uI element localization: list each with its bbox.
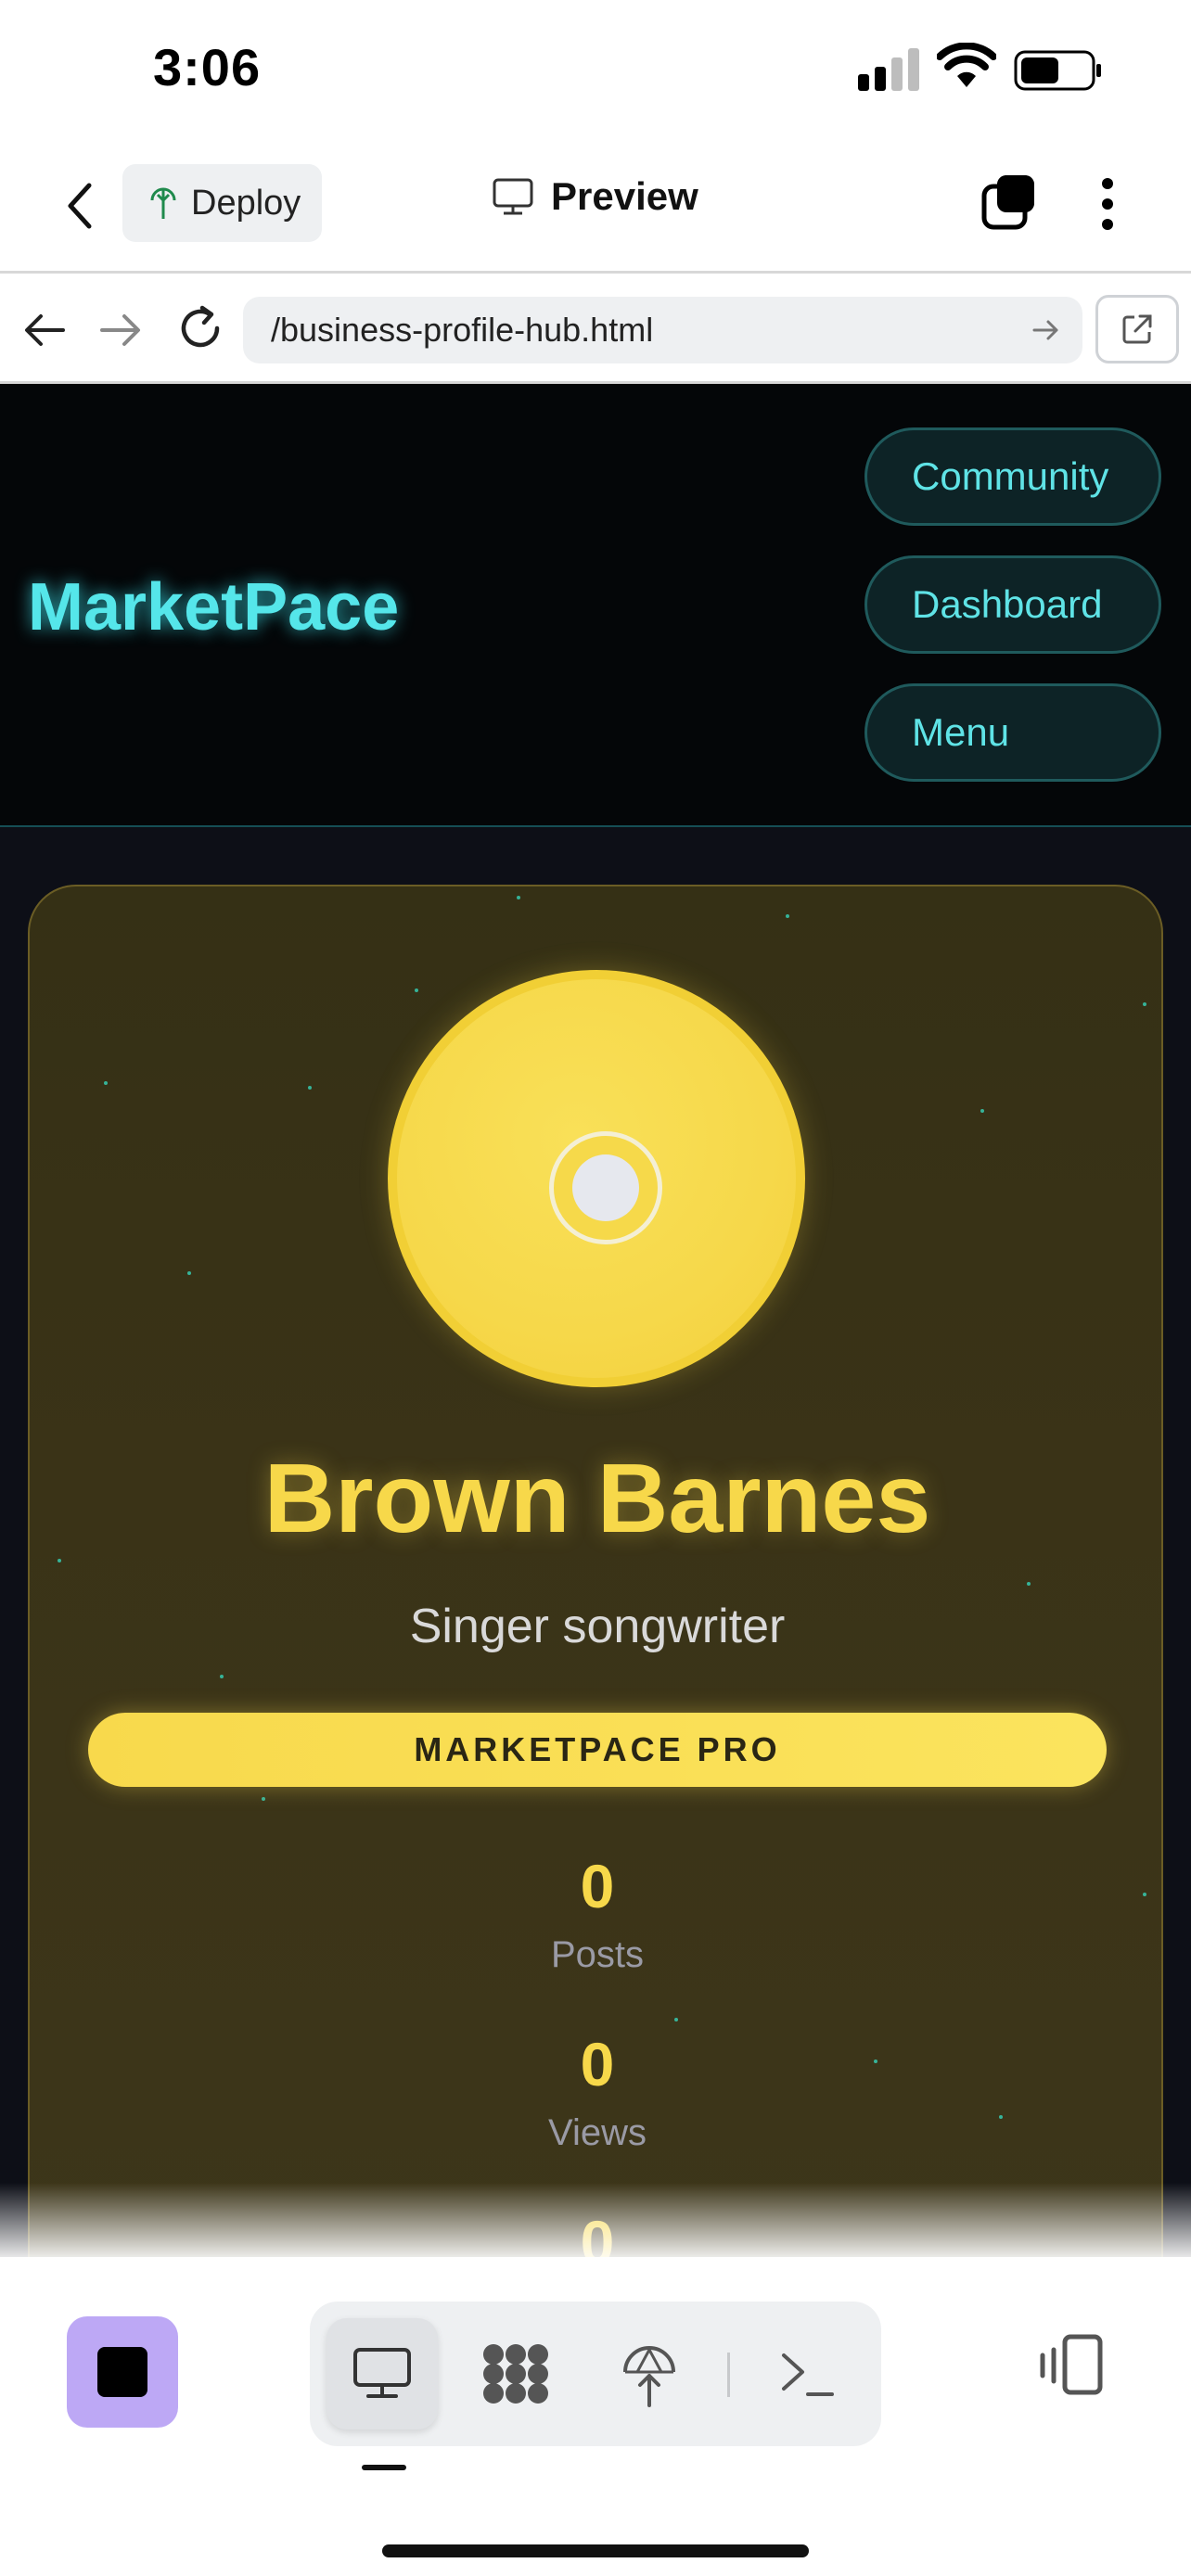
sparkle [1027,1582,1031,1586]
back-button[interactable] [58,178,104,234]
segment-divider [727,2353,730,2397]
avatar-placeholder-ring [549,1131,662,1244]
profile-card: Brown Barnes Singer songwriter MARKETPAC… [28,885,1163,2257]
stat-value: 0 [580,1852,615,1920]
sparkle [58,1559,61,1562]
url-text: /business-profile-hub.html [271,311,654,349]
stop-icon [97,2347,147,2397]
bottom-toolbar [0,2257,1191,2576]
active-tab-indicator [362,2465,406,2470]
nav-dashboard-button[interactable]: Dashboard [864,555,1161,654]
deploy-label: Deploy [191,183,301,223]
status-time: 3:06 [153,38,262,96]
nav-community-button[interactable]: Community [864,427,1161,526]
view-switcher [310,2302,881,2446]
sparkle [187,1271,191,1275]
grid-tab[interactable] [460,2318,571,2429]
stat-label: Posts [550,1934,645,1975]
profile-name: Brown Barnes [263,1444,931,1553]
sparkle [786,914,789,918]
avatar-placeholder-dot [572,1154,639,1221]
sparkle [980,1109,984,1113]
avatar[interactable] [388,970,805,1387]
sparkle [308,1086,312,1090]
monitor-icon [353,2348,411,2398]
browser-url-row: /business-profile-hub.html [0,276,1191,384]
status-bar: 3:06 [0,0,1191,139]
stop-button[interactable] [67,2316,178,2428]
device-rotate-icon[interactable] [1031,2329,1106,2404]
wifi-icon [937,43,996,87]
browser-back-icon[interactable] [20,309,69,351]
stat-views: 0 Views [30,2029,1161,2154]
nav-menu-button[interactable]: Menu [864,683,1161,782]
sparkle [517,896,520,899]
stat-label: Views [548,2112,647,2153]
monitor-icon [493,178,533,215]
deploy-tab[interactable] [594,2318,705,2429]
open-external-button[interactable] [1095,295,1179,363]
terminal-tab[interactable] [751,2318,863,2429]
sparkle [104,1081,108,1085]
deploy-button[interactable]: Deploy [122,164,322,242]
external-link-icon [1122,314,1152,344]
webview: MarketPace Community Dashboard Menu Brow… [0,384,1191,2257]
deploy-tree-icon [150,187,176,219]
stat-posts: 0 Posts [30,1851,1161,1976]
preview-label: Preview [551,174,698,218]
deploy-icon [623,2346,675,2407]
stat-value: 0 [580,2030,615,2098]
sparkle [262,1797,265,1801]
cellular-signal-icon [858,48,919,91]
sparkle [415,988,418,992]
site-header: MarketPace Community Dashboard Menu [0,384,1191,827]
sparkle [674,2018,678,2021]
pro-badge: MARKETPACE PRO [88,1713,1107,1787]
sparkle [220,1675,224,1678]
terminal-icon [782,2353,834,2396]
sparkle [1143,1002,1146,1006]
reload-icon[interactable] [174,302,226,354]
tabs-icon[interactable] [979,172,1038,231]
grid-icon [483,2344,548,2404]
home-indicator [382,2544,809,2557]
kebab-icon[interactable] [1085,174,1130,234]
scroll-fade [0,2183,1191,2257]
profile-subtitle: Singer songwriter [409,1600,786,1653]
url-input[interactable]: /business-profile-hub.html [243,297,1082,363]
app-header: Deploy Preview [0,139,1191,274]
browser-forward-icon[interactable] [96,309,145,351]
go-arrow-icon[interactable] [1031,314,1062,346]
site-logo[interactable]: MarketPace [28,569,399,645]
preview-tab[interactable] [327,2318,438,2429]
battery-icon [1014,50,1101,91]
preview-title: Preview [492,174,698,219]
